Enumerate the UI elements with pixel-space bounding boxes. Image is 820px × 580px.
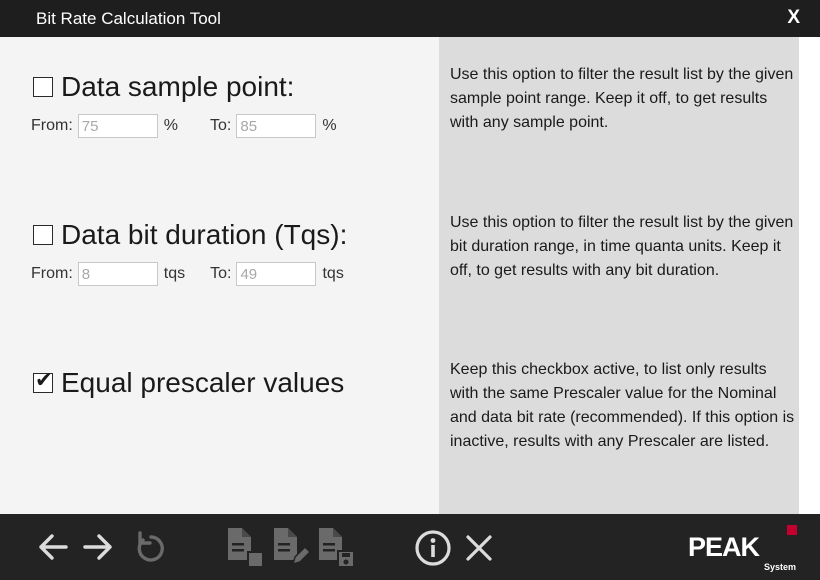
bit-duration-label: Data bit duration (Tqs): [61,219,348,250]
logo-accent-square [787,525,797,535]
sample-point-option[interactable]: Data sample point: [33,71,294,103]
right-margin [799,37,820,514]
back-arrow-icon[interactable] [36,530,70,564]
sample-point-to-unit: % [322,117,337,134]
window-title: Bit Rate Calculation Tool [36,9,221,28]
bit-duration-option[interactable]: Data bit duration (Tqs): [33,219,347,251]
save-document-icon[interactable] [316,526,356,568]
bottom-toolbar: PEAK System [0,514,820,580]
bit-duration-to-field[interactable] [236,262,317,286]
bit-duration-from-field[interactable] [77,262,158,286]
sample-point-description: Use this option to filter the result lis… [450,66,794,131]
sample-point-to-label: To: [210,117,232,134]
bit-duration-range-row: From: tqs To: tqs [31,262,344,286]
bit-duration-to-unit: tqs [322,265,344,282]
reset-icon[interactable] [134,530,168,564]
bit-duration-description: Use this option to filter the result lis… [450,214,794,279]
window-close-button[interactable]: X [787,7,800,29]
sample-point-range-row: From: % To: % [31,114,337,138]
sample-point-from-field[interactable] [77,114,158,138]
bit-duration-from-unit: tqs [163,265,186,282]
new-document-icon[interactable] [225,526,265,568]
sample-point-to-field[interactable] [236,114,317,138]
logo-subtext: System [764,562,797,572]
title-bar: Bit Rate Calculation Tool X [0,0,820,37]
info-icon[interactable] [414,529,452,567]
sample-point-checkbox[interactable] [33,77,53,97]
prescaler-label: Equal prescaler values [61,367,345,398]
peak-system-logo: PEAK System [688,524,800,574]
sample-point-label: Data sample point: [61,71,295,102]
sample-point-from-label: From: [31,117,73,134]
sample-point-from-unit: % [163,117,179,134]
bit-duration-from-label: From: [31,265,73,282]
bit-duration-to-label: To: [210,265,232,282]
logo-text: PEAK [688,532,760,562]
prescaler-checkbox[interactable]: ✔ [33,368,53,393]
prescaler-option[interactable]: ✔ Equal prescaler values [33,367,344,399]
close-icon[interactable] [463,532,495,564]
checkmark-icon: ✔ [35,368,53,392]
forward-arrow-icon[interactable] [81,530,115,564]
edit-document-icon[interactable] [271,526,311,568]
bit-duration-checkbox[interactable] [33,225,53,245]
prescaler-description: Keep this checkbox active, to list only … [450,361,795,450]
